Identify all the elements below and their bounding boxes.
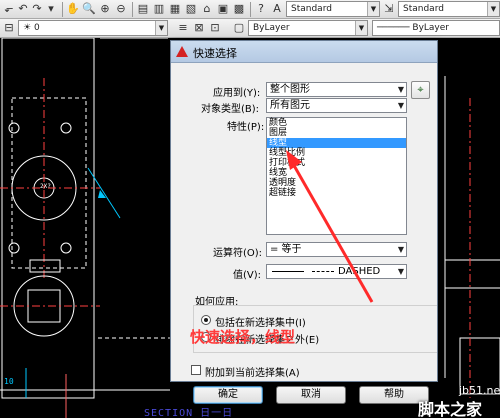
object-type-label: 对象类型(B): (201, 104, 260, 115)
chevron-down-icon: ▼ (155, 21, 167, 35)
outline-rect (1, 38, 95, 399)
layer-previous-icon[interactable]: ⊠ (192, 21, 206, 35)
operator-label: 运算符(O): (213, 248, 263, 259)
append-checkbox[interactable] (191, 365, 201, 375)
make-current-icon[interactable]: ⊡ (208, 21, 222, 35)
select-objects-button[interactable]: ⌖ (411, 81, 430, 99)
toolbar-separator (132, 2, 133, 17)
pan-icon[interactable]: ✋ (66, 2, 80, 16)
undo-icon[interactable]: ↶ (16, 2, 30, 16)
apply-to-select[interactable]: 整个图形 ▼ (266, 82, 407, 97)
slot (29, 259, 61, 273)
design-center-icon[interactable]: ▥ (152, 2, 166, 16)
section-label: SECTION 日一日 (144, 408, 234, 418)
sheet-set-icon[interactable]: ▧ (184, 2, 198, 16)
toolbar-row-2: ⊟ ☀ 0 ▼ ≡ ⊠ ⊡ ▢ ByLayer ▼ ────── ByLayer (0, 19, 500, 38)
dim-value: 10 (4, 377, 14, 386)
dim-text: 2X? (40, 183, 51, 190)
chevron-down-icon: ▼ (367, 2, 379, 16)
apply-to-label: 应用到(Y): (213, 88, 261, 99)
zoom-previous-icon[interactable]: ⊖ (114, 2, 128, 16)
chevron-down-icon: ▼ (397, 245, 404, 254)
text-style-combo[interactable]: Standard ▼ (286, 1, 380, 17)
tool-palette-icon[interactable]: ▦ (168, 2, 182, 16)
append-label[interactable]: 附加到当前选择集(A) (205, 364, 300, 379)
chevron-down-icon: ▼ (397, 267, 404, 276)
line-color-icon: ▢ (233, 21, 245, 34)
color-value: ByLayer (253, 23, 290, 33)
dim-style-value: Standard (403, 4, 444, 14)
object-type-value: 所有图元 (270, 100, 310, 111)
value-select[interactable]: DASHED ▼ (266, 264, 407, 279)
quickcalc-icon[interactable]: ▩ (232, 2, 246, 16)
layer-combo[interactable]: ☀ 0 ▼ (18, 20, 168, 36)
small-hole (60, 242, 72, 254)
ok-button[interactable]: 确定 (193, 386, 263, 404)
property-item[interactable]: 超链接 (267, 188, 406, 198)
zoom-realtime-icon[interactable]: 🔍 (82, 2, 96, 16)
property-item[interactable]: 线宽 (267, 168, 406, 178)
linetype-sample-line: ────── (377, 23, 410, 33)
chevron-down-icon: ▼ (355, 21, 367, 35)
properties-list[interactable]: 颜色 图层 线型 线型比例 打印样式 线宽 透明度 超链接 (266, 117, 407, 235)
dialog-title: 快速选择 (193, 47, 237, 60)
toolbar-separator (62, 2, 63, 17)
small-hole (60, 122, 72, 134)
dialog-titlebar[interactable]: 快速选择 (171, 41, 437, 63)
redo-history-icon[interactable]: ⬐ (2, 2, 16, 16)
text-style-value: Standard (291, 4, 332, 14)
bulb-icon: ☀ (23, 23, 32, 33)
chevron-down-icon: ▼ (397, 101, 404, 110)
property-item[interactable]: 打印样式 (267, 158, 406, 168)
linetype-preview-dashed (312, 270, 334, 272)
autocad-logo-icon (176, 46, 188, 57)
layer-manager-icon[interactable]: ⊟ (2, 21, 16, 35)
property-item[interactable]: 线型比例 (267, 148, 406, 158)
include-radio[interactable] (201, 315, 211, 325)
layer-value: 0 (33, 23, 40, 33)
properties-label: 特性(P): (227, 122, 265, 133)
toolbar-separator (250, 2, 251, 17)
linetype-preview-solid (272, 270, 304, 272)
property-item[interactable]: 透明度 (267, 178, 406, 188)
dim-style-combo[interactable]: Standard ▼ (398, 1, 500, 17)
linetype-value: ByLayer (412, 23, 449, 33)
property-item[interactable]: 颜色 (267, 118, 406, 128)
chevron-down-icon: ▼ (487, 2, 499, 16)
property-item[interactable]: 图层 (267, 128, 406, 138)
small-hole (8, 242, 20, 254)
markup-icon[interactable]: ⌂ (200, 2, 214, 16)
small-hole (8, 122, 20, 134)
toolbar-row-1: ⬐ ↶ ↷ ▾ ✋ 🔍 ⊕ ⊖ ▤ ▥ ▦ ▧ ⌂ ▣ ▩ ? A Standa… (0, 0, 500, 19)
operator-value: = 等于 (270, 244, 302, 255)
cancel-button[interactable]: 取消 (276, 386, 346, 404)
layer-state-icon[interactable]: ≡ (176, 21, 190, 35)
property-item-selected[interactable]: 线型 (267, 138, 406, 148)
text-style-icon: A (273, 2, 281, 15)
value-label: 值(V): (233, 270, 262, 281)
annotation-text: 快速选择，线型 (190, 328, 296, 346)
help-icon[interactable]: ? (254, 2, 268, 16)
color-combo[interactable]: ByLayer ▼ (248, 20, 368, 36)
dropdown-icon[interactable]: ▾ (44, 2, 58, 16)
redo-icon[interactable]: ↷ (30, 2, 44, 16)
select-objects-icon: ⌖ (417, 83, 424, 96)
dim-style-icon: ⇲ (384, 2, 394, 15)
zoom-window-icon[interactable]: ⊕ (98, 2, 112, 16)
leader-line (87, 167, 121, 219)
value-value: DASHED (338, 266, 381, 277)
operator-select[interactable]: = 等于 ▼ (266, 242, 407, 257)
linetype-combo[interactable]: ────── ByLayer (372, 20, 500, 36)
calculator-icon[interactable]: ▣ (216, 2, 230, 16)
object-type-select[interactable]: 所有图元 ▼ (266, 98, 407, 113)
watermark-name: 脚本之家 (418, 400, 483, 418)
apply-to-value: 整个图形 (270, 84, 310, 95)
chevron-down-icon: ▼ (397, 85, 404, 94)
properties-icon[interactable]: ▤ (136, 2, 150, 16)
